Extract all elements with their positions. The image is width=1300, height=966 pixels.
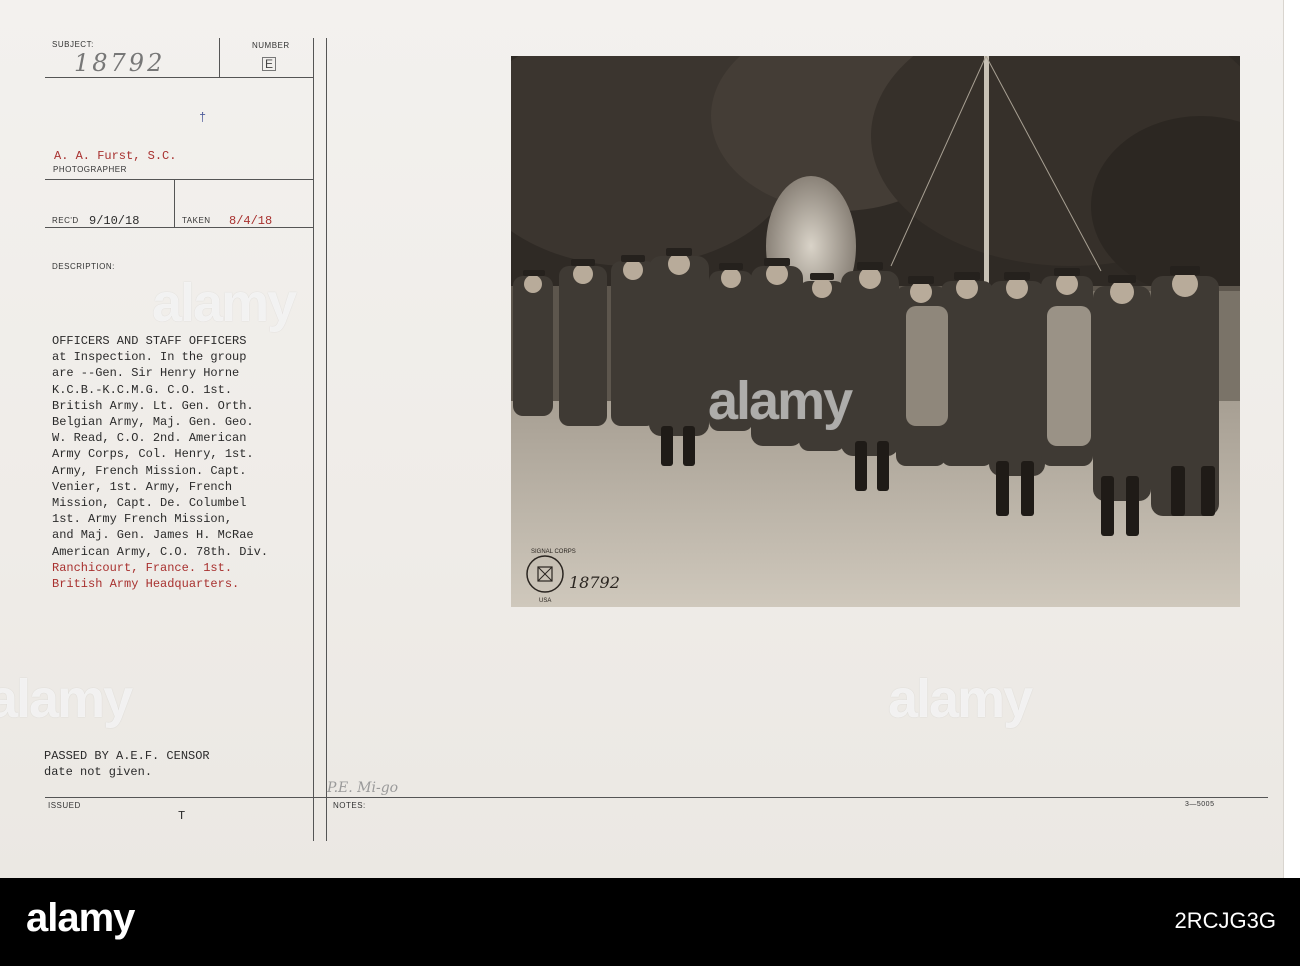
group-photograph: SIGNAL CORPS USA 18792 (511, 56, 1240, 607)
taken-label: TAKEN (182, 216, 211, 225)
watermark-image-id: 2RCJG3G (1174, 908, 1276, 933)
number-label: NUMBER (252, 41, 290, 50)
subject-label: SUBJECT: (52, 40, 94, 49)
archive-card: SUBJECT: 18792 NUMBER E † A. A. Furst, S… (0, 0, 1284, 878)
rule-issued (45, 797, 1268, 798)
description-line: Army, French Mission. Capt. (52, 463, 247, 478)
description-line: K.C.B.-K.C.M.G. C.O. 1st. (52, 382, 233, 397)
description-line: and Maj. Gen. James H. McRae (52, 528, 254, 543)
watermark-brand: alamy (0, 669, 133, 729)
notes-label: NOTES: (333, 801, 366, 810)
description-line: Venier, 1st. Army, French (52, 479, 233, 494)
recd-date: 9/10/18 (89, 214, 140, 228)
number-code: E (262, 57, 277, 71)
form-code: 3—5005 (1185, 801, 1215, 808)
description-text: OFFICERS AND STAFF OFFICERS at Inspectio… (52, 333, 322, 592)
watermark-logo: alamy (26, 896, 135, 940)
photo-scene: SIGNAL CORPS USA 18792 (511, 56, 1240, 607)
watermark-strip: alamy 2RCJG3G (0, 878, 1300, 966)
rule-subject-number (219, 38, 220, 78)
description-line: are --Gen. Sir Henry Horne (52, 366, 240, 381)
rule-recd-taken (174, 180, 175, 228)
issued-label: ISSUED (48, 801, 81, 810)
rule-top-left (45, 77, 313, 78)
watermark-brand: alamy (152, 273, 297, 333)
description-line: at Inspection. In the group (52, 350, 247, 365)
taken-date: 8/4/18 (229, 214, 273, 228)
recd-label: REC'D (52, 216, 79, 225)
photographer-label: PHOTOGRAPHER (53, 165, 127, 174)
stamp-text-top: SIGNAL CORPS (531, 549, 576, 555)
stamp-text-bottom: USA (539, 598, 551, 604)
censor-line-1: PASSED BY A.E.F. CENSOR (44, 749, 210, 763)
description-label: DESCRIPTION: (52, 262, 115, 271)
subject-number: 18792 (74, 49, 166, 77)
description-line: W. Read, C.O. 2nd. American (52, 431, 247, 446)
watermark-brand: alamy (888, 669, 1033, 729)
rule-photo-area-left (326, 38, 327, 841)
description-line: OFFICERS AND STAFF OFFICERS (52, 334, 247, 348)
censor-line-2: date not given. (44, 765, 153, 779)
photographer-tick: † (199, 111, 207, 125)
watermark-brand: alamy (708, 371, 853, 431)
issued-mark: T (178, 809, 186, 823)
description-line: 1st. Army French Mission, (52, 512, 233, 527)
description-line: Mission, Capt. De. Columbel (52, 496, 247, 511)
photographer-name: A. A. Furst, S.C. (54, 149, 177, 163)
description-line: Ranchicourt, France. 1st. (52, 560, 233, 575)
description-line: Belgian Army, Maj. Gen. Geo. (52, 415, 254, 430)
rule-photographer (45, 179, 313, 180)
description-line: British Army Headquarters. (52, 577, 240, 592)
notes-handwriting: P.E. Mi-go (327, 780, 399, 796)
stamp-number: 18792 (569, 573, 620, 592)
description-line: Army Corps, Col. Henry, 1st. (52, 447, 254, 462)
description-line: British Army. Lt. Gen. Orth. (52, 398, 254, 413)
rule-dates (45, 227, 313, 228)
description-line: American Army, C.O. 78th. Div. (52, 544, 269, 559)
